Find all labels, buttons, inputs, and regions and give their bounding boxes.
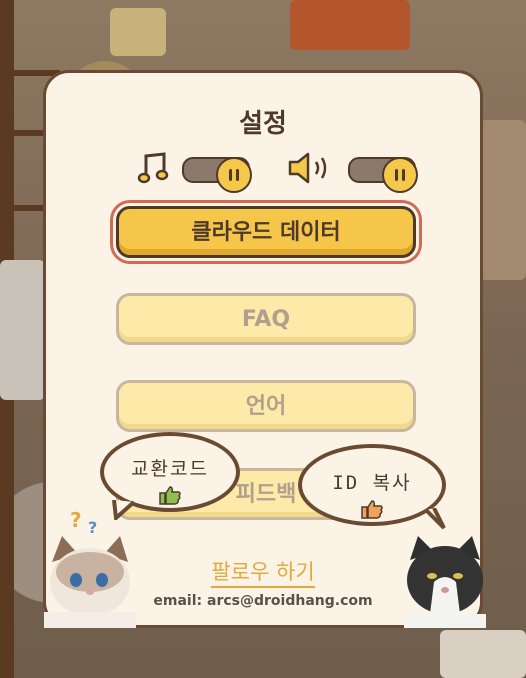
ragdoll-cat-image [44, 536, 136, 628]
sound-volume-slider[interactable] [348, 157, 418, 193]
tuxedo-cat-image [404, 536, 486, 628]
background-cat [440, 630, 526, 678]
background-awning [290, 0, 410, 50]
background-sign [110, 8, 166, 56]
question-mark-icon: ? [70, 508, 82, 532]
cloud-data-button[interactable]: 클라우드 데이터 [116, 206, 416, 258]
language-button[interactable]: 언어 [116, 380, 416, 432]
exchange-code-label: 교환코드 [131, 458, 209, 480]
thumbs-up-icon [361, 500, 383, 519]
sound-slider-knob[interactable] [382, 157, 418, 193]
music-volume-slider[interactable] [182, 157, 252, 193]
background-cat [480, 120, 526, 280]
faq-button[interactable]: FAQ [116, 293, 416, 345]
music-note-icon [137, 152, 169, 184]
speaker-icon [288, 152, 327, 184]
bubble-tail [112, 500, 136, 520]
thumbs-up-icon [159, 486, 181, 505]
page-title: 설정 [239, 109, 287, 139]
follow-link-label: 팔로우 하기 [211, 560, 315, 588]
background-shelf [0, 70, 60, 76]
copy-id-label: ID 복사 [332, 472, 412, 494]
music-slider-knob[interactable] [216, 157, 252, 193]
background-cat [0, 260, 45, 400]
bubble-tail [424, 508, 446, 530]
